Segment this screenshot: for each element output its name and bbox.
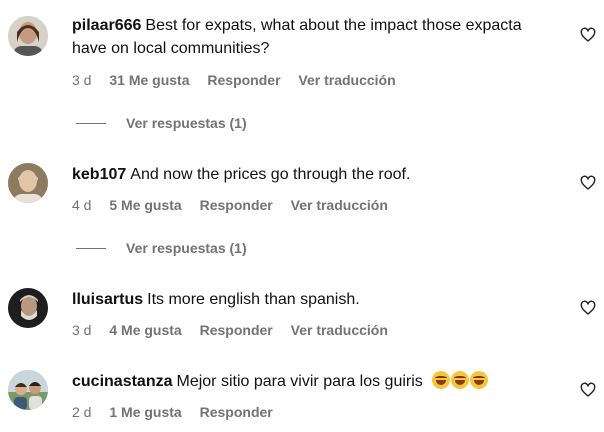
reply-button[interactable]: Responder [200, 322, 273, 338]
comment-body: And now the prices go through the roof. [130, 166, 411, 183]
laughing-emoji-icon [451, 371, 470, 389]
avatar[interactable] [8, 16, 48, 56]
avatar[interactable] [8, 370, 48, 410]
view-replies-button[interactable]: Ver respuestas (1) [76, 240, 247, 256]
username[interactable]: cucinastanza [72, 373, 172, 390]
heart-outline-icon [580, 175, 596, 190]
avatar[interactable] [8, 163, 48, 203]
comment-text: keb107 And now the prices go through the … [72, 163, 532, 186]
like-button[interactable] [580, 382, 596, 398]
reply-button[interactable]: Responder [200, 197, 273, 213]
username[interactable]: keb107 [72, 166, 126, 183]
likes-count[interactable]: 31 Me gusta [109, 72, 189, 88]
comment-meta: 3 d 31 Me gusta Responder Ver traducción [72, 72, 410, 88]
username[interactable]: lluisartus [72, 291, 143, 308]
comment-meta: 3 d 4 Me gusta Responder Ver traducción [72, 322, 402, 338]
comment-text: pilaar666 Best for expats, what about the… [72, 14, 532, 60]
heart-outline-icon [580, 382, 596, 397]
likes-count[interactable]: 4 Me gusta [109, 322, 181, 338]
comment-meta: 2 d 1 Me gusta Responder [72, 404, 287, 420]
timestamp[interactable]: 2 d [72, 404, 91, 420]
translate-button[interactable]: Ver traducción [291, 322, 388, 338]
username[interactable]: pilaar666 [72, 17, 141, 34]
translate-button[interactable]: Ver traducción [291, 197, 388, 213]
translate-button[interactable]: Ver traducción [298, 72, 395, 88]
like-button[interactable] [580, 175, 596, 191]
reply-button[interactable]: Responder [200, 404, 273, 420]
timestamp[interactable]: 3 d [72, 322, 91, 338]
comment-body: Its more english than spanish. [147, 291, 360, 308]
laughing-emoji-icon [470, 371, 489, 389]
heart-outline-icon [580, 300, 596, 315]
avatar[interactable] [8, 288, 48, 328]
comment-meta: 4 d 5 Me gusta Responder Ver traducción [72, 197, 402, 213]
comment-body: Mejor sitio para vivir para los guiris [176, 373, 423, 390]
timestamp[interactable]: 3 d [72, 72, 91, 88]
timestamp[interactable]: 4 d [72, 197, 91, 213]
view-replies-button[interactable]: Ver respuestas (1) [76, 115, 247, 131]
like-button[interactable] [580, 300, 596, 316]
reply-button[interactable]: Responder [207, 72, 280, 88]
comment-text: cucinastanza Mejor sitio para vivir para … [72, 370, 532, 393]
laughing-emoji-icon [432, 371, 451, 389]
heart-outline-icon [580, 27, 596, 42]
like-button[interactable] [580, 27, 596, 43]
likes-count[interactable]: 1 Me gusta [109, 404, 181, 420]
view-replies-label: Ver respuestas (1) [126, 240, 247, 256]
replies-divider [76, 122, 106, 124]
comment-text: lluisartus Its more english than spanish. [72, 288, 532, 311]
view-replies-label: Ver respuestas (1) [126, 115, 247, 131]
replies-divider [76, 247, 106, 249]
likes-count[interactable]: 5 Me gusta [109, 197, 181, 213]
